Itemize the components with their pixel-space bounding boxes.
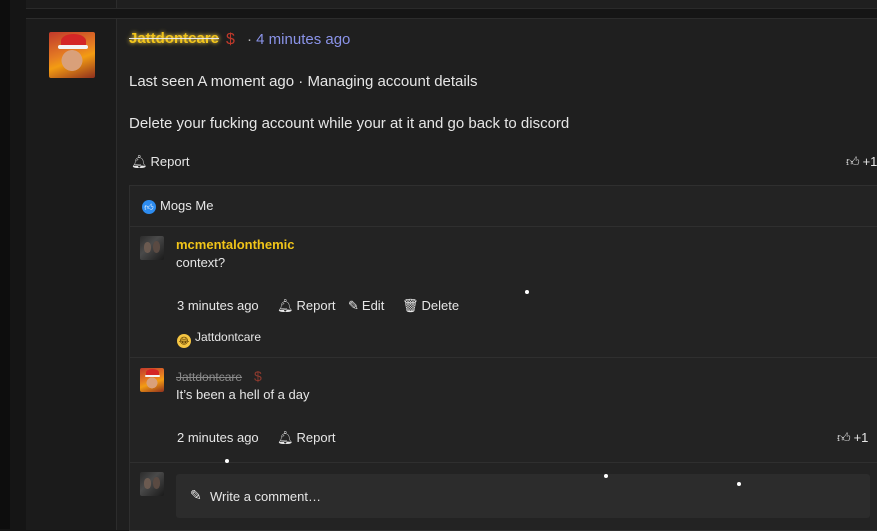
previous-post-sidebar	[26, 0, 117, 8]
comment-delete-label: Delete	[421, 298, 460, 313]
post-time[interactable]: · 4 minutes ago	[247, 31, 350, 48]
composer-avatar	[140, 472, 164, 496]
comment-reaction[interactable]: 😂︎ Jattdontcare	[177, 330, 261, 348]
comment-text: context?	[176, 255, 226, 270]
comment-edit-button[interactable]: ✎ Edit	[348, 298, 384, 314]
hat-trim	[58, 44, 89, 49]
comment-like-button[interactable]: 👍︎ +1	[837, 430, 868, 446]
cursor-speck	[225, 459, 229, 463]
post-report-label: Report	[150, 154, 190, 169]
comment-edit-label: Edit	[361, 298, 385, 313]
post-author-name[interactable]: Jattdontcare	[129, 30, 219, 47]
post-author-sidebar	[26, 19, 117, 530]
thumbs-up-icon: 👍︎	[837, 430, 851, 445]
hat-trim	[144, 374, 161, 377]
comments-section: 👍︎ Mogs Me mcmentalonthemic context? 3 m…	[129, 185, 877, 531]
comment-input[interactable]	[176, 474, 870, 518]
comment-report-label: Report	[296, 298, 336, 313]
post-like-button[interactable]: 👍︎ +1	[846, 154, 877, 170]
reactions-bar[interactable]: 👍︎ Mogs Me	[130, 186, 877, 227]
avatar-face	[153, 240, 161, 253]
avatar-face	[143, 242, 151, 253]
bell-icon: 🔔︎	[277, 298, 294, 313]
bell-icon: 🔔︎	[277, 430, 294, 445]
comment-report-button[interactable]: 🔔︎ Report	[277, 430, 336, 446]
dollar-badge-icon: $	[226, 31, 235, 48]
avatar-face	[153, 476, 161, 489]
comment-time[interactable]: 2 minutes ago	[177, 430, 259, 445]
thumbs-up-icon: 👍︎	[142, 200, 156, 214]
comment-avatar[interactable]	[140, 368, 164, 392]
meta-separator: ·	[247, 31, 252, 48]
reactor-name: Jattdontcare	[195, 330, 262, 344]
thumbs-up-icon: 👍︎	[846, 154, 860, 169]
comment-author-name[interactable]: Jattdontcare	[176, 370, 242, 384]
comment-avatar[interactable]	[140, 236, 164, 260]
post-like-label: +1	[862, 154, 877, 169]
reactions-label: Mogs Me	[160, 198, 214, 213]
trash-icon: 🗑︎	[402, 298, 419, 313]
author-status: Last seen A moment ago · Managing accoun…	[129, 73, 478, 90]
comment-composer[interactable]: ✎	[176, 474, 870, 518]
comment-divider	[130, 462, 877, 463]
avatar-face	[143, 478, 151, 489]
previous-post-edge	[26, 0, 877, 9]
left-gutter	[0, 0, 10, 529]
comment-like-label: +1	[853, 430, 869, 445]
post-body: Delete your fucking account while your a…	[129, 115, 570, 132]
comment-author-name[interactable]: mcmentalonthemic	[176, 237, 294, 252]
comment-time[interactable]: 3 minutes ago	[177, 298, 259, 313]
laughing-emoji-icon: 😂︎	[177, 334, 191, 348]
bell-icon: 🔔︎	[131, 154, 148, 169]
cursor-speck	[604, 474, 608, 478]
post-report-button[interactable]: 🔔︎ Report	[131, 154, 190, 170]
comment-text: It’s been a hell of a day	[176, 387, 310, 402]
comment-report-label: Report	[296, 430, 336, 445]
post-time-link[interactable]: 4 minutes ago	[256, 31, 350, 48]
comment-divider	[130, 357, 877, 358]
cursor-speck	[525, 290, 529, 294]
dollar-badge-icon: $	[254, 368, 262, 384]
comment-report-button[interactable]: 🔔︎ Report	[277, 298, 336, 314]
author-avatar[interactable]	[49, 32, 95, 78]
comment-delete-button[interactable]: 🗑︎ Delete	[402, 298, 459, 314]
pencil-icon: ✎	[348, 298, 359, 313]
cursor-speck	[737, 482, 741, 486]
